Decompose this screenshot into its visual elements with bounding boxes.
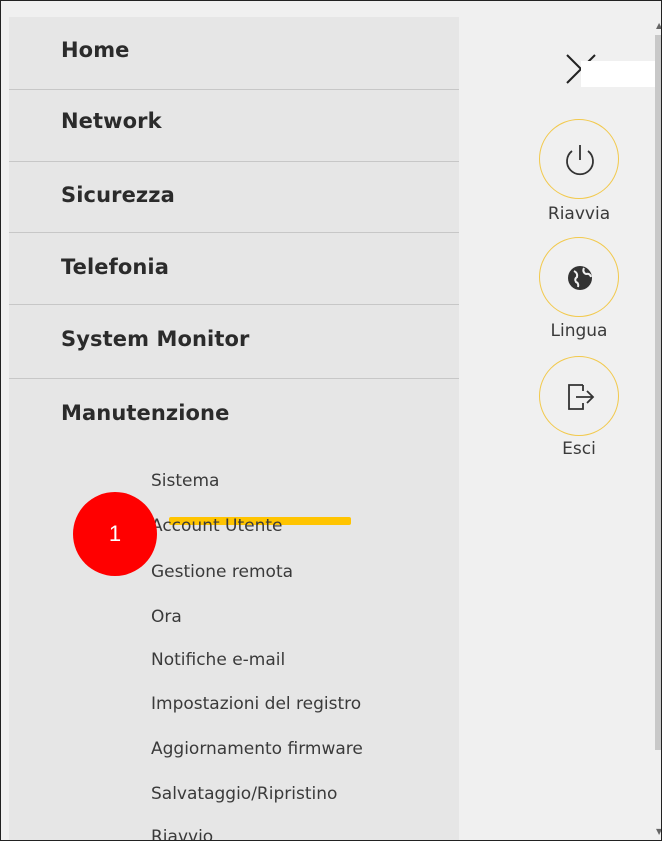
menu-item-label: Home <box>61 38 130 62</box>
step-number: 1 <box>108 521 122 546</box>
menu-item-label: Network <box>61 109 162 133</box>
menu-item-label: Telefonia <box>61 255 170 279</box>
menu-item-label: System Monitor <box>61 327 250 351</box>
globe-icon <box>568 266 592 290</box>
scrollbar[interactable] <box>655 35 661 750</box>
submenu-item-notifiche-email[interactable]: Notifiche e-mail <box>151 650 285 670</box>
scroll-up-icon[interactable]: ▲ <box>656 21 661 30</box>
submenu-item-riavvio[interactable]: Riavvio <box>151 827 213 840</box>
menu-item-label: Manutenzione <box>61 401 230 425</box>
submenu-item-gestione-remota[interactable]: Gestione remota <box>151 562 293 582</box>
logout-button[interactable] <box>539 356 619 436</box>
menu-item-sicurezza[interactable]: Sicurezza <box>9 161 459 233</box>
navigation-menu: Home Network Sicurezza Telefonia System … <box>9 17 459 840</box>
step-badge: 1 <box>73 492 157 576</box>
language-label: Lingua <box>550 321 608 341</box>
menu-item-label: Sicurezza <box>61 183 175 207</box>
submenu-item-aggiornamento-firmware[interactable]: Aggiornamento firmware <box>151 739 363 759</box>
menu-item-system-monitor[interactable]: System Monitor <box>9 305 459 379</box>
logout-label: Esci <box>562 439 596 459</box>
language-button[interactable] <box>539 237 619 317</box>
menu-item-telefonia[interactable]: Telefonia <box>9 233 459 305</box>
restart-button[interactable] <box>539 119 619 199</box>
submenu-item-sistema[interactable]: Sistema <box>151 471 219 491</box>
restart-label: Riavvia <box>547 204 611 224</box>
menu-item-network[interactable]: Network <box>9 89 459 162</box>
scroll-down-icon[interactable]: ▼ <box>656 827 661 836</box>
blank-area <box>581 61 655 87</box>
logout-icon <box>568 384 595 410</box>
submenu-item-account-utente[interactable]: Account Utente <box>151 516 283 536</box>
menu-item-home[interactable]: Home <box>9 17 459 90</box>
submenu-item-impostazioni-registro[interactable]: Impostazioni del registro <box>151 694 361 714</box>
submenu-item-salvataggio-ripristino[interactable]: Salvataggio/Ripristino <box>151 784 337 804</box>
menu-item-manutenzione[interactable]: Manutenzione <box>9 377 459 447</box>
app-window: Home Network Sicurezza Telefonia System … <box>0 0 662 841</box>
power-icon <box>566 145 594 176</box>
submenu-item-ora[interactable]: Ora <box>151 607 182 627</box>
